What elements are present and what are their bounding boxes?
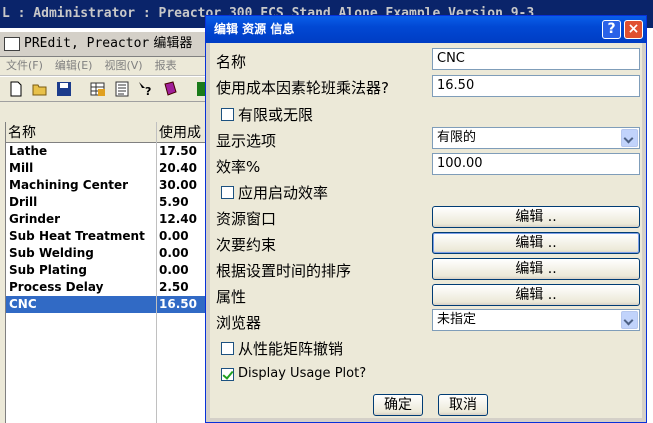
chevron-down-icon[interactable]	[621, 311, 638, 329]
row-name-cell: Grinder	[9, 212, 61, 226]
svg-text:?: ?	[145, 85, 151, 97]
menu-edit[interactable]: 编辑(E)	[55, 59, 93, 72]
cost-factor-label: 使用成本因素轮班乘法器?	[216, 79, 389, 97]
display-option-value: 有限的	[437, 130, 477, 145]
usage-plot-label: Display Usage Plot?	[238, 366, 367, 381]
close-button[interactable]: ×	[624, 20, 643, 39]
menu-file[interactable]: 文件(F)	[6, 59, 43, 72]
book-icon[interactable]	[162, 81, 178, 97]
row-cost-cell: 30.00	[159, 178, 197, 192]
table-row[interactable]: Process Delay 2.50	[6, 279, 211, 296]
row-name-cell: Sub Plating	[9, 263, 87, 277]
row-name-cell: Machining Center	[9, 178, 129, 192]
table-row[interactable]: Sub Heat Treatment 0.00	[6, 228, 211, 245]
row-cost-cell: 12.40	[159, 212, 197, 226]
row-cost-cell: 0.00	[159, 246, 189, 260]
row-cost-cell: 16.50	[159, 297, 197, 311]
display-option-label: 显示选项	[216, 132, 277, 150]
dialog-title-bar: 编辑 资源 信息 ? ×	[206, 16, 646, 43]
list-icon[interactable]	[114, 81, 130, 97]
performance-matrix-checkbox[interactable]	[221, 342, 234, 355]
browser-value: 未指定	[437, 312, 477, 327]
resource-grid[interactable]: 名称 使用成 Lathe 17.50 Mill 20.40 Machining Cent…	[5, 122, 211, 423]
table-row[interactable]: Machining Center 30.00	[6, 177, 211, 194]
table-row[interactable]: Grinder 12.40	[6, 211, 211, 228]
table-row[interactable]: CNC 16.50	[6, 296, 211, 313]
column-header-name[interactable]: 名称	[6, 122, 156, 143]
menu-view[interactable]: 视图(V)	[104, 59, 142, 72]
context-help-icon[interactable]: ?	[138, 81, 154, 97]
dialog-body: 名称 CNC 使用成本因素轮班乘法器? 16.50 有限或无限 显示选项 有限的…	[210, 43, 642, 418]
table-row[interactable]: Mill 20.40	[6, 160, 211, 177]
attribute-edit-button[interactable]: 编辑 ..	[432, 284, 640, 306]
table-icon[interactable]	[90, 81, 106, 97]
resource-window-label: 资源窗口	[216, 210, 277, 228]
usage-plot-checkbox[interactable]	[221, 368, 234, 381]
name-label: 名称	[216, 53, 247, 71]
row-name-cell: Process Delay	[9, 280, 104, 294]
table-row[interactable]: Sub Plating 0.00	[6, 262, 211, 279]
row-name-cell: Drill	[9, 195, 38, 209]
new-file-icon[interactable]	[8, 81, 24, 97]
row-cost-cell: 0.00	[159, 229, 189, 243]
startup-efficiency-label: 应用启动效率	[238, 184, 329, 202]
child-title-prefix: PREdit, Preactor	[24, 36, 150, 51]
chevron-down-icon[interactable]	[621, 129, 638, 147]
setup-sequence-label: 根据设置时间的排序	[216, 262, 352, 280]
row-name-cell: Sub Heat Treatment	[9, 229, 145, 243]
cancel-button[interactable]: 取消	[438, 394, 488, 416]
cost-factor-field[interactable]: 16.50	[432, 75, 640, 97]
row-cost-cell: 0.00	[159, 263, 189, 277]
toolbar: ?	[0, 77, 210, 102]
resource-window-edit-button[interactable]: 编辑 ..	[432, 206, 640, 228]
finite-label: 有限或无限	[238, 106, 314, 124]
efficiency-label: 效率%	[216, 158, 261, 176]
table-row[interactable]: Sub Welding 0.00	[6, 245, 211, 262]
dialog-title: 编辑 资源 信息	[214, 22, 295, 36]
child-window-title-bar: PREdit, Preactor 编辑器	[0, 32, 210, 57]
row-cost-cell: 5.90	[159, 195, 189, 209]
row-name-cell: Sub Welding	[9, 246, 94, 260]
help-button[interactable]: ?	[602, 20, 621, 39]
app-window-icon	[4, 36, 20, 51]
row-name-cell: Mill	[9, 161, 34, 175]
column-separator	[156, 122, 157, 423]
child-title-suffix: 编辑器	[153, 36, 193, 51]
setup-sequence-edit-button[interactable]: 编辑 ..	[432, 258, 640, 280]
column-header-cost[interactable]: 使用成	[157, 122, 211, 143]
display-option-select[interactable]: 有限的	[432, 127, 640, 149]
secondary-constraint-edit-button[interactable]: 编辑 ..	[432, 232, 640, 254]
finite-checkbox[interactable]	[221, 108, 234, 121]
row-name-cell: Lathe	[9, 144, 48, 158]
name-field[interactable]: CNC	[432, 48, 640, 70]
startup-efficiency-checkbox[interactable]	[221, 186, 234, 199]
save-icon[interactable]	[56, 81, 72, 97]
menu-bar: 文件(F) 编辑(E) 视图(V) 报表	[0, 57, 210, 76]
table-row[interactable]: Lathe 17.50	[6, 143, 211, 160]
row-cost-cell: 2.50	[159, 280, 189, 294]
menu-report[interactable]: 报表	[155, 59, 177, 72]
efficiency-field[interactable]: 100.00	[432, 153, 640, 175]
row-cost-cell: 17.50	[159, 144, 197, 158]
attribute-label: 属性	[216, 288, 247, 306]
row-name-cell: CNC	[9, 297, 37, 311]
browser-label: 浏览器	[216, 314, 262, 332]
secondary-constraint-label: 次要约束	[216, 236, 277, 254]
row-cost-cell: 20.40	[159, 161, 197, 175]
performance-matrix-label: 从性能矩阵撤销	[238, 340, 344, 358]
ok-button[interactable]: 确定	[373, 394, 423, 416]
table-row[interactable]: Drill 5.90	[6, 194, 211, 211]
browser-select[interactable]: 未指定	[432, 309, 640, 331]
open-folder-icon[interactable]	[32, 81, 48, 97]
edit-resource-dialog: 编辑 资源 信息 ? × 名称 CNC 使用成本因素轮班乘法器? 16.50 有…	[205, 15, 647, 423]
